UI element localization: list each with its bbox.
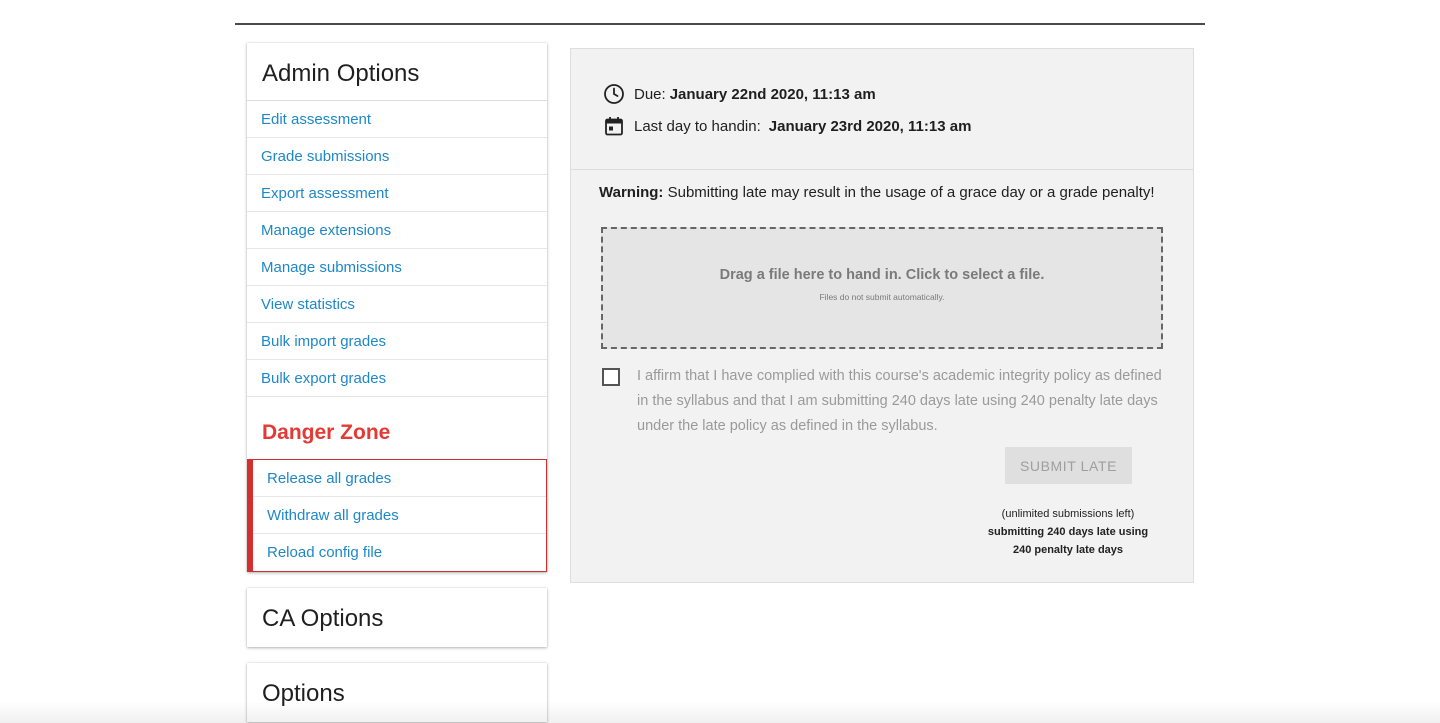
submissions-left: (unlimited submissions left) xyxy=(1001,508,1135,520)
menu-view-statistics[interactable]: View statistics xyxy=(247,286,547,323)
sidebar: Admin Options Edit assessment Grade subm… xyxy=(247,43,547,723)
integrity-affirmation: I affirm that I have complied with this … xyxy=(602,364,1162,439)
late-line-1: submitting 240 days late using xyxy=(987,526,1149,538)
due-date-row: Due: January 22nd 2020, 11:13 am xyxy=(603,81,1193,107)
dropzone-note: Files do not submit automatically. xyxy=(819,292,945,302)
warning-label: Warning: xyxy=(599,184,664,201)
dropzone-instructions: Drag a file here to hand in. Click to se… xyxy=(719,267,1045,283)
menu-release-all-grades[interactable]: Release all grades xyxy=(253,460,546,497)
ca-options-title[interactable]: CA Options xyxy=(247,588,547,647)
last-day-row: Last day to handin: January 23rd 2020, 1… xyxy=(603,113,1193,139)
menu-manage-extensions[interactable]: Manage extensions xyxy=(247,212,547,249)
calendar-icon xyxy=(603,115,625,137)
danger-zone-box: Release all grades Withdraw all grades R… xyxy=(247,459,547,572)
page: Admin Options Edit assessment Grade subm… xyxy=(0,0,1440,723)
handin-panel: Due: January 22nd 2020, 11:13 am Last da… xyxy=(570,48,1194,583)
due-dates-section: Due: January 22nd 2020, 11:13 am Last da… xyxy=(571,49,1193,170)
submission-status: (unlimited submissions left) submitting … xyxy=(958,505,1178,559)
danger-zone-title: Danger Zone xyxy=(262,421,391,444)
menu-reload-config-file[interactable]: Reload config file xyxy=(253,534,546,571)
menu-grade-submissions[interactable]: Grade submissions xyxy=(247,138,547,175)
admin-options-title[interactable]: Admin Options xyxy=(247,43,547,101)
menu-manage-submissions[interactable]: Manage submissions xyxy=(247,249,547,286)
menu-bulk-import-grades[interactable]: Bulk import grades xyxy=(247,323,547,360)
admin-options-card: Admin Options Edit assessment Grade subm… xyxy=(247,43,547,572)
clock-icon xyxy=(603,83,625,105)
top-divider xyxy=(235,23,1205,25)
due-label: Due: xyxy=(634,85,666,103)
last-day-value: January 23rd 2020, 11:13 am xyxy=(768,117,972,135)
menu-bulk-export-grades[interactable]: Bulk export grades xyxy=(247,360,547,397)
menu-edit-assessment[interactable]: Edit assessment xyxy=(247,101,547,138)
warning-text: Submitting late may result in the usage … xyxy=(667,184,1155,201)
options-card: Options xyxy=(247,663,547,722)
bottom-shadow xyxy=(0,701,1440,723)
menu-export-assessment[interactable]: Export assessment xyxy=(247,175,547,212)
ca-options-card: CA Options xyxy=(247,588,547,647)
menu-withdraw-all-grades[interactable]: Withdraw all grades xyxy=(253,497,546,534)
options-title[interactable]: Options xyxy=(247,663,547,722)
last-day-label: Last day to handin: xyxy=(634,117,761,135)
integrity-checkbox[interactable] xyxy=(602,368,620,386)
late-warning: Warning: Submitting late may result in t… xyxy=(571,170,1193,201)
integrity-text: I affirm that I have complied with this … xyxy=(637,368,1162,434)
late-line-2: 240 penalty late days xyxy=(1012,544,1124,556)
submit-late-button[interactable]: Submit Late xyxy=(1005,447,1132,484)
file-dropzone[interactable]: Drag a file here to hand in. Click to se… xyxy=(601,227,1163,349)
due-value: January 22nd 2020, 11:13 am xyxy=(669,85,876,103)
